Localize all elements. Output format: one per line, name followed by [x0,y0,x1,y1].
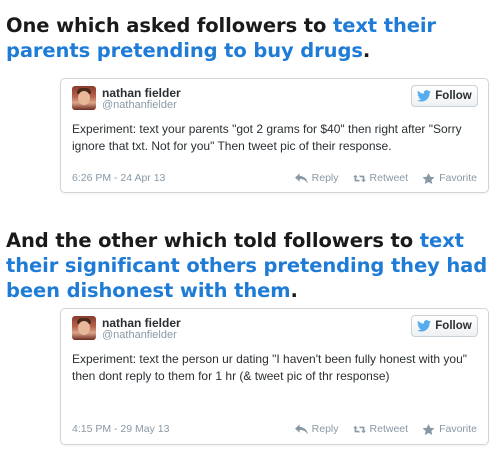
favorite-action[interactable]: Favorite [422,423,477,435]
reply-label: Reply [311,423,339,435]
follow-label: Follow [435,90,472,102]
reply-icon [294,423,308,435]
retweet-label: Retweet [369,172,409,184]
retweet-icon [352,425,366,433]
heading-1-prefix: One which asked followers to [6,14,333,37]
caption-heading-1: One which asked followers to text their … [6,13,496,63]
tweet-text: Experiment: text your parents "got 2 gra… [72,122,462,153]
reply-action[interactable]: Reply [294,172,339,184]
embedded-tweet-2: nathan fielder @nathanfielder Follow Exp… [60,308,489,445]
follow-label: Follow [435,320,472,332]
author-handle[interactable]: @nathanfielder [102,329,177,341]
reply-icon [294,172,308,184]
follow-button[interactable]: Follow [411,315,478,337]
reply-action[interactable]: Reply [294,423,339,435]
favorite-star-icon [422,172,435,184]
retweet-action[interactable]: Retweet [352,172,409,184]
author-name[interactable]: nathan fielder [102,86,181,100]
heading-2-suffix: . [290,279,298,302]
favorite-label: Favorite [439,423,477,435]
retweet-action[interactable]: Retweet [352,423,409,435]
tweet-actions: Reply Retweet Favorite [294,423,477,435]
caption-heading-2: And the other which told followers to te… [6,228,496,303]
tweet-text: Experiment: text the person ur dating "I… [72,352,468,383]
favorite-action[interactable]: Favorite [422,172,477,184]
twitter-bird-icon [417,90,432,102]
author-name[interactable]: nathan fielder [102,316,181,330]
heading-1-suffix: . [362,39,371,62]
avatar[interactable] [72,86,96,110]
follow-button[interactable]: Follow [411,85,478,107]
reply-label: Reply [311,172,339,184]
retweet-icon [352,174,366,182]
retweet-label: Retweet [369,423,409,435]
tweet-timestamp[interactable]: 6:26 PM - 24 Apr 13 [72,172,165,184]
favorite-label: Favorite [439,172,477,184]
embedded-tweet-1: nathan fielder @nathanfielder Follow Exp… [60,78,489,193]
tweet-actions: Reply Retweet Favorite [294,172,477,184]
tweet-timestamp[interactable]: 4:15 PM - 29 May 13 [72,423,169,435]
heading-2-prefix: And the other which told followers to [6,229,420,252]
avatar[interactable] [72,316,96,340]
favorite-star-icon [422,423,435,435]
author-handle[interactable]: @nathanfielder [102,99,177,111]
twitter-bird-icon [417,320,432,332]
